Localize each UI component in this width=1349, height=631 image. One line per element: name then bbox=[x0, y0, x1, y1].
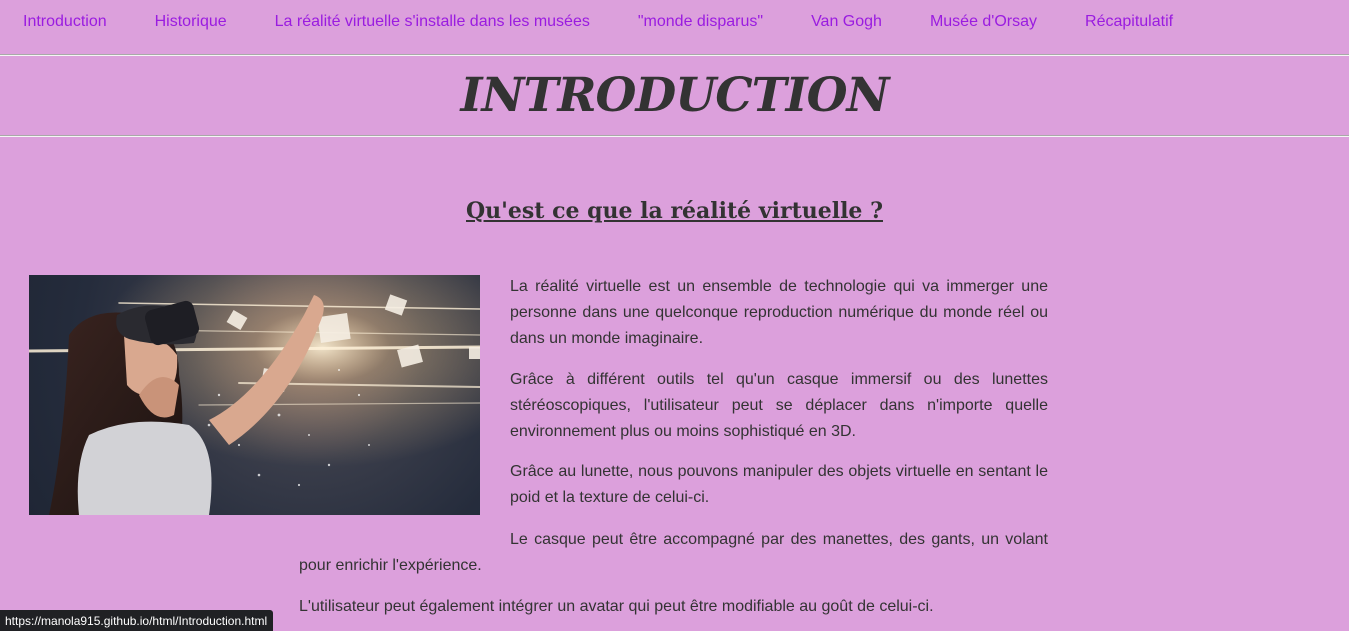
status-bar-url: https://manola915.github.io/html/Introdu… bbox=[0, 610, 274, 631]
paragraph-4: Le casque peut être accompagné par des m… bbox=[299, 531, 1048, 574]
paragraph-3: Grâce au lunette, nous pouvons manipuler… bbox=[510, 463, 1048, 506]
nav-link-historique[interactable]: Historique bbox=[155, 13, 227, 31]
page-title: INTRODUCTION bbox=[460, 68, 890, 123]
top-nav: Introduction Historique La réalité virtu… bbox=[0, 0, 1349, 44]
paragraph-1: La réalité virtuelle est un ensemble de … bbox=[510, 278, 1048, 347]
nav-link-introduction[interactable]: Introduction bbox=[23, 13, 107, 31]
vr-illustration bbox=[29, 275, 480, 515]
nav-link-recapitulatif[interactable]: Récapitulatif bbox=[1085, 13, 1173, 31]
nav-link-van-gogh[interactable]: Van Gogh bbox=[811, 13, 882, 31]
nav-link-musee-orsay[interactable]: Musée d'Orsay bbox=[930, 13, 1037, 31]
nav-link-monde-disparus[interactable]: "monde disparus" bbox=[638, 13, 763, 31]
paragraph-2: Grâce à différent outils tel qu'un casqu… bbox=[510, 371, 1048, 440]
paragraph-5: L'utilisateur peut également intégrer un… bbox=[299, 598, 934, 615]
vr-headset-image bbox=[29, 275, 480, 515]
header-divider-bottom bbox=[0, 135, 1349, 137]
section-heading: Qu'est ce que la réalité virtuelle ? bbox=[466, 198, 883, 224]
nav-link-musees[interactable]: La réalité virtuelle s'installe dans les… bbox=[275, 13, 590, 31]
